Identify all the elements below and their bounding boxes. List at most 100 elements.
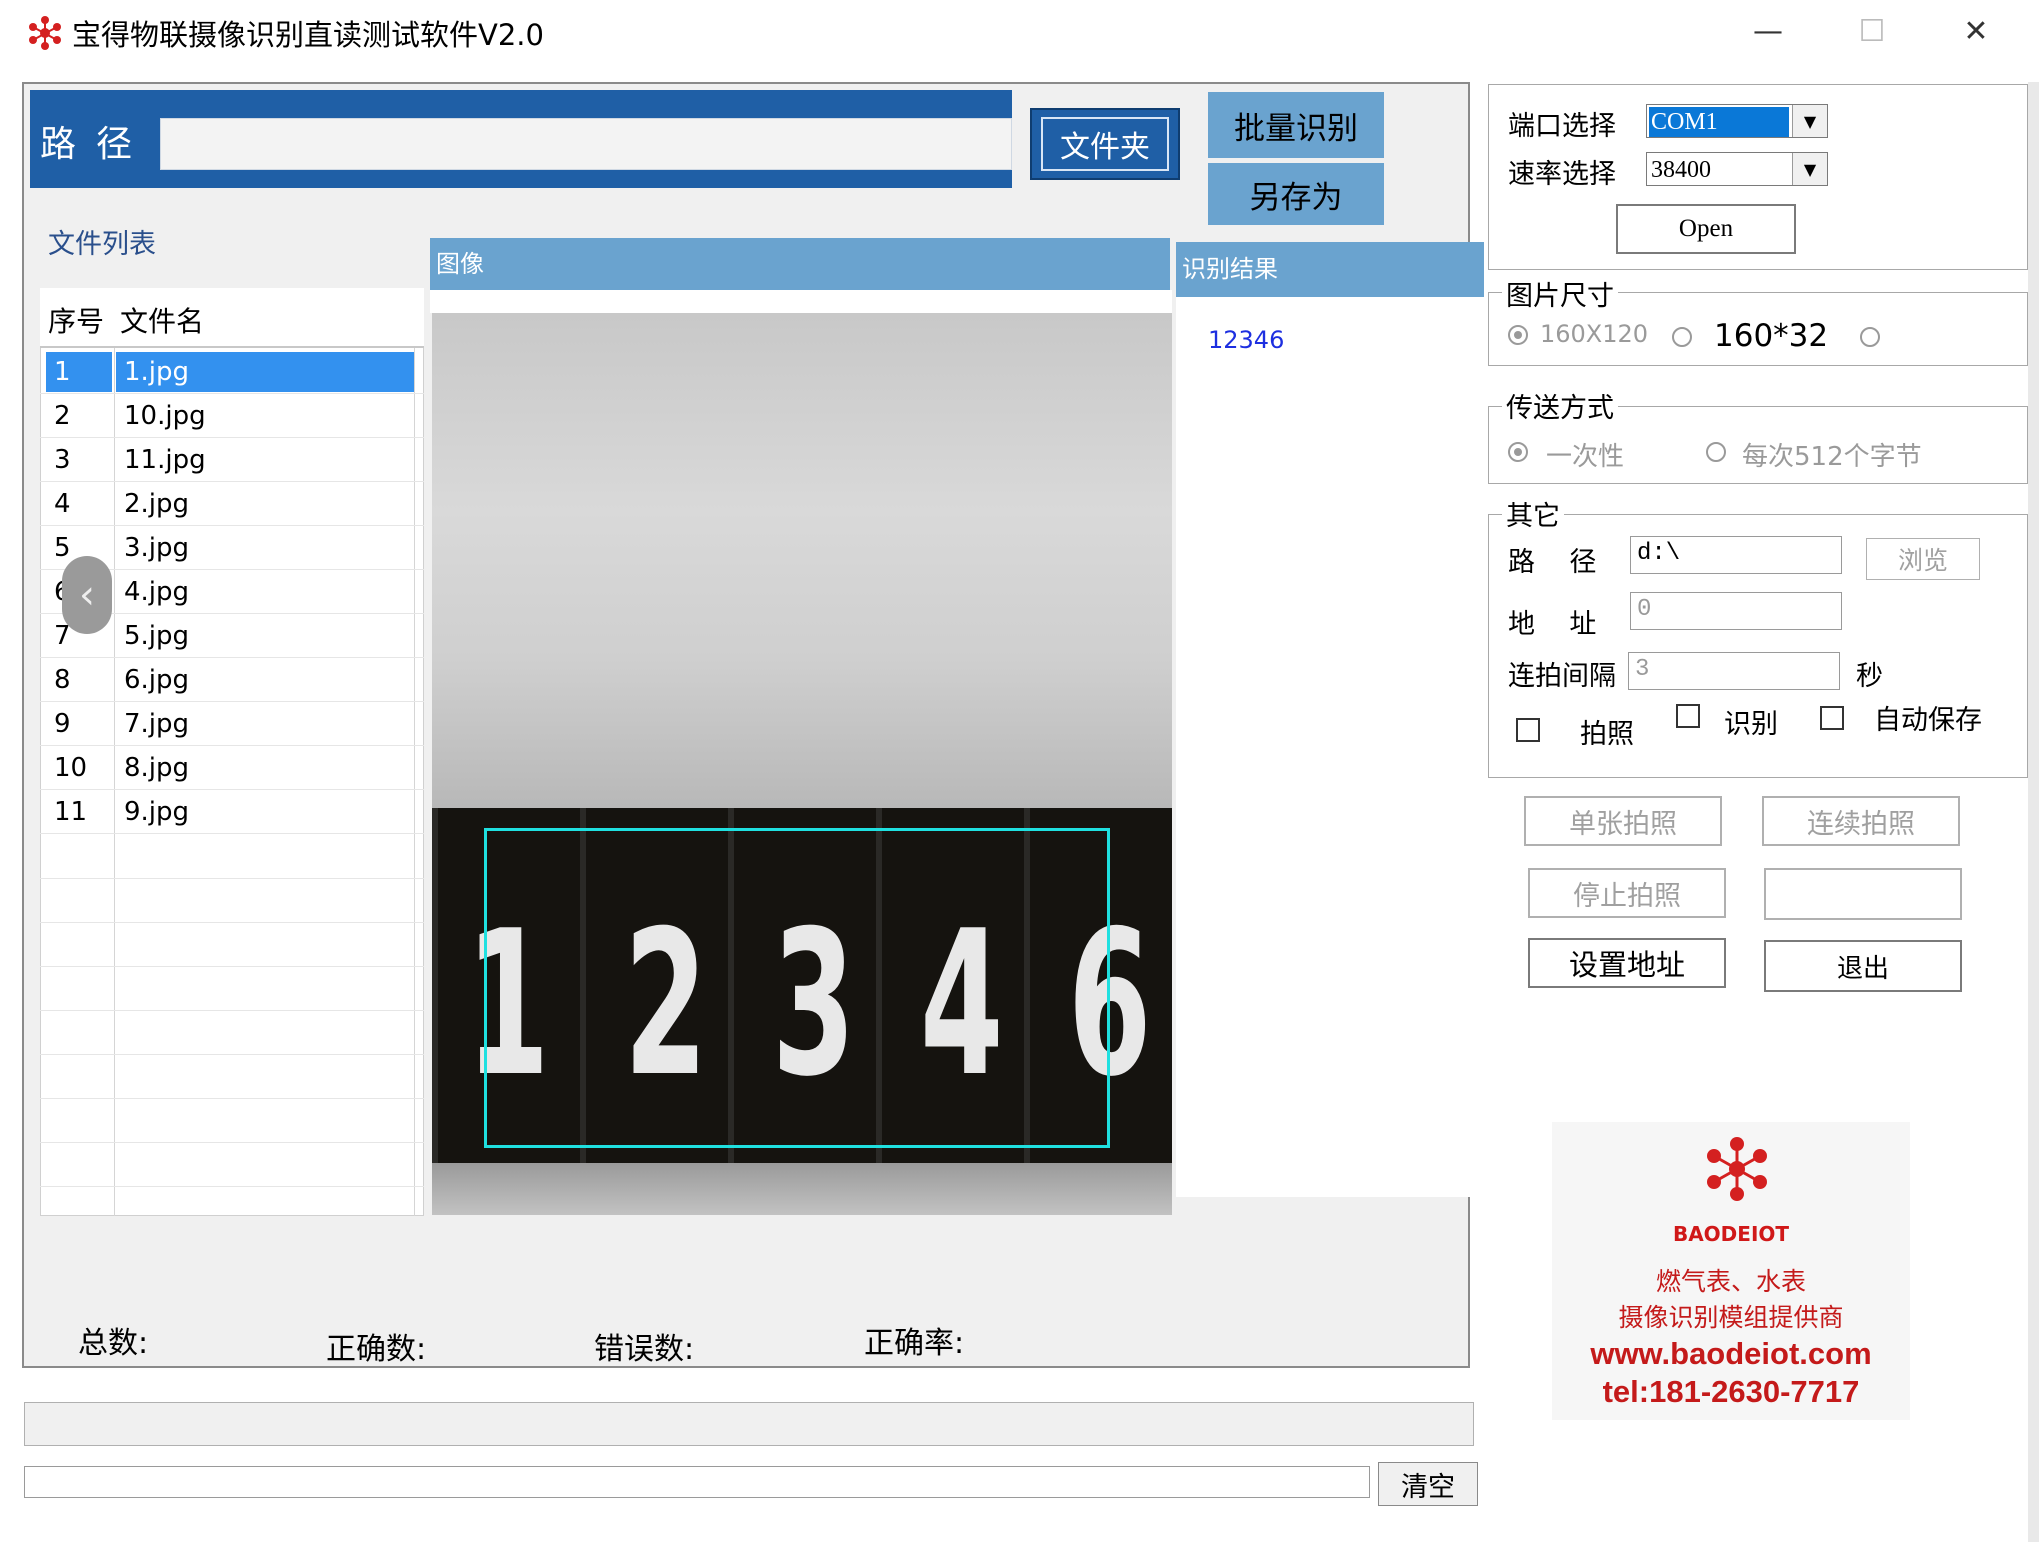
open-port-button[interactable]: Open bbox=[1616, 204, 1796, 254]
exit-button[interactable]: 退出 bbox=[1764, 940, 1962, 992]
row-index: 10 bbox=[54, 753, 88, 783]
size-radio-extra[interactable] bbox=[1860, 327, 1880, 347]
clear-button[interactable]: 清空 bbox=[1378, 1462, 1478, 1506]
row-filename: 6.jpg bbox=[124, 665, 190, 695]
recognize-checkbox[interactable] bbox=[1676, 704, 1700, 728]
table-row[interactable]: 10 8.jpg bbox=[40, 746, 424, 790]
vendor-brand: BAODEIOT bbox=[1672, 1222, 1790, 1246]
baud-select-label: 速率选择 bbox=[1508, 159, 1616, 190]
photo-checkbox[interactable] bbox=[1516, 718, 1540, 742]
status-bar bbox=[24, 1402, 1474, 1446]
single-shot-button[interactable]: 单张拍照 bbox=[1524, 796, 1722, 846]
row-index: 2 bbox=[54, 401, 71, 431]
stop-shot-button[interactable]: 停止拍照 bbox=[1528, 868, 1726, 918]
accuracy-rate-label: 正确率: bbox=[864, 1326, 965, 1361]
row-filename: 10.jpg bbox=[124, 401, 206, 431]
row-filename: 2.jpg bbox=[124, 489, 190, 519]
row-filename: 11.jpg bbox=[124, 445, 206, 475]
folder-button-label: 文件夹 bbox=[1041, 117, 1169, 171]
folder-button[interactable]: 文件夹 bbox=[1030, 108, 1180, 180]
photo-checkbox-label: 拍照 bbox=[1580, 719, 1634, 750]
other-settings-title: 其它 bbox=[1502, 494, 1564, 533]
title-bar: 宝得物联摄像识别直读测试软件V2.0 — ☐ ✕ bbox=[0, 0, 2039, 62]
log-input[interactable] bbox=[24, 1466, 1370, 1498]
image-background bbox=[432, 313, 1172, 808]
row-filename: 4.jpg bbox=[124, 577, 190, 607]
row-filename: 7.jpg bbox=[124, 709, 190, 739]
table-row[interactable]: 9 7.jpg bbox=[40, 702, 424, 746]
app-logo-icon bbox=[26, 14, 64, 52]
chevron-down-icon[interactable]: ▼ bbox=[1792, 105, 1827, 137]
address-input[interactable]: 0 bbox=[1630, 592, 1842, 630]
table-row[interactable]: 11 9.jpg bbox=[40, 790, 424, 834]
column-header-filename[interactable]: 文件名 bbox=[120, 300, 204, 340]
recognition-result-value: 12346 bbox=[1208, 326, 1285, 354]
table-row[interactable]: 1 1.jpg bbox=[40, 350, 424, 394]
transfer-radio-512[interactable] bbox=[1706, 442, 1726, 462]
result-panel bbox=[1176, 297, 1484, 1197]
interval-unit: 秒 bbox=[1856, 661, 1883, 692]
autosave-checkbox[interactable] bbox=[1820, 706, 1844, 730]
row-filename: 3.jpg bbox=[124, 533, 190, 563]
size-radio-160x120[interactable] bbox=[1508, 325, 1528, 345]
file-list-empty-rows bbox=[40, 850, 424, 1216]
image-bottom bbox=[432, 1163, 1172, 1215]
close-button[interactable]: ✕ bbox=[1928, 0, 2024, 62]
correct-count-label: 正确数: bbox=[326, 1332, 427, 1367]
set-address-button[interactable]: 设置地址 bbox=[1528, 938, 1726, 988]
path-input[interactable] bbox=[160, 118, 1012, 170]
captured-image: 12346 bbox=[432, 313, 1172, 1215]
port-select[interactable]: COM1 ▼ bbox=[1646, 104, 1828, 138]
size-option-160x32: 160*32 bbox=[1714, 318, 1829, 354]
path-label: 路径 bbox=[40, 124, 153, 165]
table-row[interactable]: 2 10.jpg bbox=[40, 394, 424, 438]
back-arrow-icon[interactable]: ‹ bbox=[62, 556, 112, 634]
row-filename: 1.jpg bbox=[116, 352, 414, 392]
transfer-mode-title: 传送方式 bbox=[1502, 386, 1618, 425]
vendor-advertisement: BAODEIOT 燃气表、水表 摄像识别模组提供商 www.baodeiot.c… bbox=[1552, 1122, 1910, 1420]
vendor-slogan-line1: 燃气表、水表 bbox=[1655, 1267, 1806, 1296]
browse-button[interactable]: 浏览 bbox=[1866, 538, 1980, 580]
error-count-label: 错误数: bbox=[594, 1332, 695, 1367]
batch-recognize-button[interactable]: 批量识别 bbox=[1208, 92, 1384, 158]
autosave-checkbox-label: 自动保存 bbox=[1874, 705, 1982, 736]
baud-select-value: 38400 bbox=[1651, 157, 1711, 183]
baud-select[interactable]: 38400 ▼ bbox=[1646, 152, 1828, 186]
total-count-label: 总数: bbox=[78, 1326, 149, 1361]
save-as-button[interactable]: 另存为 bbox=[1208, 163, 1384, 225]
row-index: 8 bbox=[54, 665, 71, 695]
table-row[interactable]: 8 6.jpg bbox=[40, 658, 424, 702]
blank-button[interactable] bbox=[1764, 868, 1962, 920]
chevron-down-icon[interactable]: ▼ bbox=[1792, 153, 1827, 185]
interval-input[interactable]: 3 bbox=[1628, 652, 1840, 690]
table-row[interactable]: 4 2.jpg bbox=[40, 482, 424, 526]
vendor-website: www.baodeiot.com bbox=[1590, 1336, 1872, 1371]
file-list-header: 序号 文件名 bbox=[40, 288, 424, 348]
image-panel-title: 图像 bbox=[430, 238, 1170, 290]
minimize-button[interactable]: — bbox=[1720, 0, 1816, 62]
save-path-input[interactable]: d:\ bbox=[1630, 536, 1842, 574]
row-index: 9 bbox=[54, 709, 71, 739]
column-header-index[interactable]: 序号 bbox=[48, 300, 104, 340]
recognize-checkbox-label: 识别 bbox=[1724, 709, 1778, 740]
port-select-value: COM1 bbox=[1649, 107, 1789, 137]
row-index: 11 bbox=[54, 797, 88, 827]
row-filename: 9.jpg bbox=[124, 797, 190, 827]
window-title: 宝得物联摄像识别直读测试软件V2.0 bbox=[72, 18, 544, 52]
continuous-shot-button[interactable]: 连续拍照 bbox=[1762, 796, 1960, 846]
size-option-160x120: 160X120 bbox=[1540, 320, 1649, 348]
maximize-button[interactable]: ☐ bbox=[1824, 0, 1920, 62]
row-filename: 8.jpg bbox=[124, 753, 190, 783]
image-panel-gap bbox=[430, 290, 1172, 313]
vendor-phone: tel:181-2630-7717 bbox=[1602, 1374, 1860, 1409]
table-row[interactable]: 3 11.jpg bbox=[40, 438, 424, 482]
transfer-radio-once[interactable] bbox=[1508, 442, 1528, 462]
transfer-option-once: 一次性 bbox=[1546, 442, 1625, 472]
interval-label: 连拍间隔 bbox=[1508, 661, 1616, 692]
row-index: 3 bbox=[54, 445, 71, 475]
address-label: 地 址 bbox=[1508, 609, 1597, 640]
vendor-slogan-line2: 摄像识别模组提供商 bbox=[1618, 1303, 1844, 1332]
row-index: 4 bbox=[54, 489, 71, 519]
vendor-logo-icon bbox=[1702, 1134, 1772, 1204]
size-radio-160x32[interactable] bbox=[1672, 327, 1692, 347]
